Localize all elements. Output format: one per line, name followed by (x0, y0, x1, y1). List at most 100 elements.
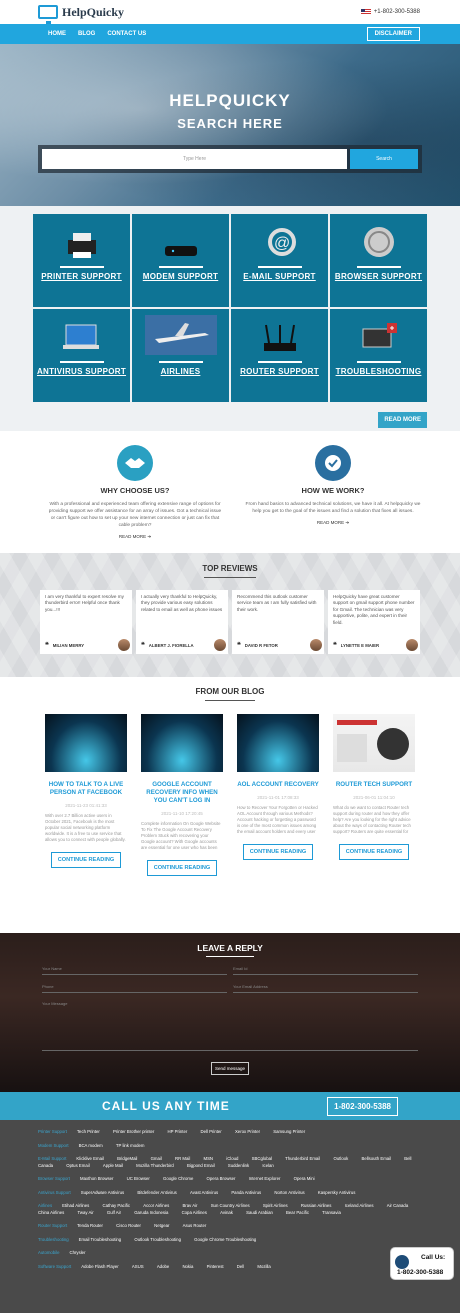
call-bar-number[interactable]: 1-802-300-5388 (327, 1096, 398, 1116)
footer-link[interactable]: Email Troubleshooting (79, 1237, 123, 1242)
footer-link[interactable]: Outlook Troubleshooting (134, 1237, 182, 1242)
footer-link[interactable]: Optus Email (66, 1163, 91, 1168)
service-tile-airlines[interactable]: AIRLINES (132, 309, 229, 402)
footer-link[interactable]: Sun Country Airlines (211, 1203, 251, 1208)
footer-link[interactable]: Outlook (333, 1156, 349, 1161)
footer-link[interactable]: UC Browser (127, 1176, 151, 1181)
website-field[interactable]: Your Email Address (233, 984, 418, 993)
footer-link[interactable]: Gmail (151, 1156, 163, 1161)
post-image[interactable] (333, 714, 415, 772)
service-tile-troubleshooting[interactable]: TROUBLESHOOTING (330, 309, 427, 402)
footer-link[interactable]: Avinak (220, 1210, 234, 1215)
footer-link[interactable]: Internet Explorer (249, 1176, 282, 1181)
service-tile-browser[interactable]: BROWSER SUPPORT (330, 214, 427, 307)
floating-call-button[interactable]: Call Us: 1-802-300-5388 (390, 1247, 454, 1280)
nav-contact-us[interactable]: CONTACT US (107, 31, 146, 37)
footer-link[interactable]: Icelan (262, 1163, 273, 1168)
post-image[interactable] (45, 714, 127, 772)
service-tile-printer[interactable]: PRINTER SUPPORT (33, 214, 130, 307)
footer-link[interactable]: Kaspersky Antivirus (318, 1190, 356, 1195)
search-input[interactable]: Type Here (42, 149, 347, 169)
footer-link[interactable]: BCA modem (79, 1143, 104, 1148)
footer-link[interactable]: HP Printer (168, 1129, 189, 1134)
footer-link[interactable]: Mozilla Thunderbird (136, 1163, 175, 1168)
footer-heading[interactable]: Troubleshooting (38, 1237, 69, 1242)
disclaimer-button[interactable]: DISCLAIMER (366, 27, 420, 41)
footer-heading[interactable]: Airlines (38, 1203, 52, 1208)
continue-reading-button[interactable]: CONTINUE READING (146, 860, 218, 876)
footer-heading[interactable]: Router Support (38, 1223, 67, 1228)
footer-link[interactable]: Printer Brother printer (113, 1129, 156, 1134)
why-read-more-link[interactable]: READ MORE ➔ (46, 534, 224, 540)
footer-heading[interactable]: Browser Support (38, 1176, 70, 1181)
email-field[interactable]: Email Id (233, 966, 418, 975)
footer-heading[interactable]: E-Mail Support (38, 1156, 66, 1161)
footer-link[interactable]: Pinterest (207, 1264, 225, 1269)
nav-home[interactable]: HOME (48, 31, 66, 37)
service-tile-modem[interactable]: MODEM SUPPORT (132, 214, 229, 307)
post-title[interactable]: HOW TO TALK TO A LIVE PERSON AT FACEBOOK (45, 781, 127, 797)
footer-link[interactable]: Bigpond Email (187, 1163, 216, 1168)
footer-link[interactable]: Tech Printer (77, 1129, 101, 1134)
post-title[interactable]: AOL ACCOUNT RECOVERY (237, 781, 319, 789)
footer-link[interactable]: MSN (203, 1156, 214, 1161)
footer-link[interactable]: ASUS (132, 1264, 145, 1269)
footer-link[interactable]: Gulf Air (107, 1210, 122, 1215)
footer-link[interactable]: SBCglobal (252, 1156, 274, 1161)
footer-link[interactable]: Bellsouth Email (361, 1156, 392, 1161)
footer-link[interactable]: Air Canada (387, 1203, 409, 1208)
footer-link[interactable]: Garuda Indonesia (134, 1210, 169, 1215)
footer-link[interactable]: Dell (237, 1264, 246, 1269)
footer-link[interactable]: Netgear (154, 1223, 170, 1228)
footer-heading[interactable]: Modem Support (38, 1143, 69, 1148)
footer-link[interactable]: Norton Antivirus (274, 1190, 306, 1195)
nav-blog[interactable]: BLOG (78, 31, 95, 37)
footer-link[interactable]: Accor Airlines (143, 1203, 170, 1208)
service-tile-email[interactable]: @ E-MAIL SUPPORT (231, 214, 328, 307)
footer-link[interactable]: China Airlines (38, 1210, 65, 1215)
footer-heading[interactable]: Printer Support (38, 1129, 67, 1134)
site-logo[interactable]: HelpQuicky (38, 5, 124, 24)
footer-link[interactable]: Apple Mail (103, 1163, 124, 1168)
footer-link[interactable]: Cisco Router (116, 1223, 142, 1228)
footer-link[interactable]: Mozilla (257, 1264, 270, 1269)
header-phone[interactable]: +1-802-300-5388 (360, 9, 420, 15)
footer-link[interactable]: Suddenlink (228, 1163, 250, 1168)
footer-link[interactable]: Klicklive Email (76, 1156, 105, 1161)
search-button[interactable]: Search (350, 149, 418, 169)
phone-field[interactable]: Phone (42, 984, 227, 993)
footer-link[interactable]: Bear Pacific (286, 1210, 310, 1215)
send-message-button[interactable]: Send message (211, 1062, 249, 1075)
footer-link[interactable]: Thunderbird Email (285, 1156, 321, 1161)
footer-link[interactable]: Google Chrome (163, 1176, 195, 1181)
footer-link[interactable]: Etihad Airlines (62, 1203, 90, 1208)
continue-reading-button[interactable]: CONTINUE READING (338, 844, 410, 860)
post-image[interactable] (237, 714, 319, 772)
footer-link[interactable]: SuperAdware Antivirus (81, 1190, 126, 1195)
footer-link[interactable]: Cathay Pacific (103, 1203, 132, 1208)
name-field[interactable]: Your Name (42, 966, 227, 975)
service-tile-antivirus[interactable]: ANTIVIRUS SUPPORT (33, 309, 130, 402)
continue-reading-button[interactable]: CONTINUE READING (50, 852, 122, 868)
footer-link[interactable]: Transavia (322, 1210, 341, 1215)
continue-reading-button[interactable]: CONTINUE READING (242, 844, 314, 860)
footer-link[interactable]: Google Chrome Troubleshooting (194, 1237, 256, 1242)
footer-link[interactable]: Maxthon Browser (80, 1176, 115, 1181)
post-title[interactable]: ROUTER TECH SUPPORT (333, 781, 415, 789)
service-tile-router[interactable]: ROUTER SUPPORT (231, 309, 328, 402)
footer-link[interactable]: iCloud (226, 1156, 239, 1161)
post-title[interactable]: GOOGLE ACCOUNT RECOVERY INFO WHEN YOU CA… (141, 781, 223, 805)
footer-link[interactable]: Chrysler (70, 1250, 86, 1255)
footer-link[interactable]: Opera Browser (207, 1176, 237, 1181)
post-image[interactable] (141, 714, 223, 772)
footer-link[interactable]: Russian Airlines (301, 1203, 333, 1208)
services-read-more-button[interactable]: READ MORE (378, 412, 427, 428)
footer-link[interactable]: Iceland Airlines (345, 1203, 375, 1208)
footer-link[interactable]: Avast Antivirus (190, 1190, 219, 1195)
footer-link[interactable]: Bitdefender Antivirus (137, 1190, 178, 1195)
footer-link[interactable]: Nokia (182, 1264, 194, 1269)
how-read-more-link[interactable]: READ MORE ➔ (244, 520, 422, 526)
footer-link[interactable]: Adobe Flash Player (81, 1264, 120, 1269)
message-field[interactable]: Your Message (42, 1001, 418, 1051)
footer-link[interactable]: Opera Mini (294, 1176, 315, 1181)
